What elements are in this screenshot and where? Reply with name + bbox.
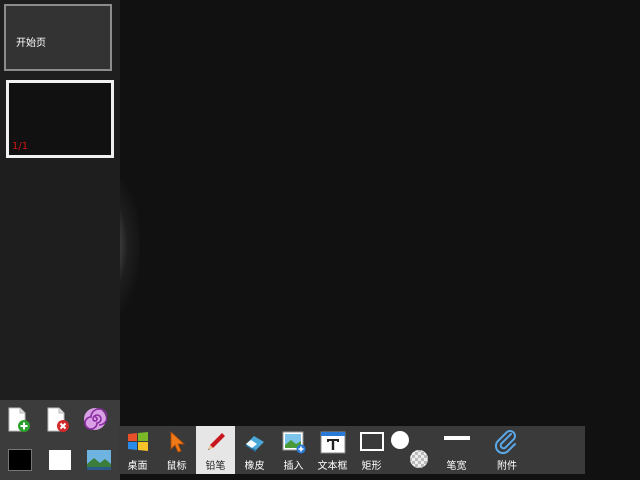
white-background-icon[interactable] (47, 447, 73, 473)
tool-color[interactable] (390, 426, 431, 474)
tool-rectangle[interactable]: 矩形 (352, 426, 391, 474)
tool-textbox-label: 文本框 (317, 461, 348, 472)
page-tools-panel (0, 400, 120, 480)
tool-pencil-label: 铅笔 (205, 461, 226, 472)
eraser-icon (242, 429, 268, 455)
textbox-icon (320, 429, 346, 455)
start-page-thumbnail[interactable]: 开始页 (4, 4, 112, 71)
drawing-toolbar: 桌面 鼠标 铅笔 橡皮 插入 文本框 矩形 笔宽 附件 (118, 426, 585, 474)
tool-mouse[interactable]: 鼠标 (157, 426, 196, 474)
image-background-icon[interactable] (86, 447, 112, 473)
tool-insert[interactable]: 插入 (274, 426, 313, 474)
spiral-icon[interactable] (82, 406, 108, 432)
tool-eraser[interactable]: 橡皮 (235, 426, 274, 474)
tool-eraser-label: 橡皮 (244, 461, 265, 472)
page-thumbnail-1[interactable]: 1/1 (6, 80, 114, 158)
tool-pencil[interactable]: 铅笔 (196, 426, 235, 474)
windows-logo-icon (125, 429, 151, 455)
insert-image-icon (281, 429, 307, 455)
tool-insert-label: 插入 (283, 461, 304, 472)
tool-desktop-label: 桌面 (127, 461, 148, 472)
tool-desktop[interactable]: 桌面 (118, 426, 157, 474)
pencil-icon (203, 429, 229, 455)
paperclip-icon (494, 429, 520, 455)
tool-attachment-label: 附件 (497, 461, 517, 472)
rectangle-icon (359, 429, 385, 455)
delete-page-icon[interactable] (44, 407, 70, 433)
tool-rectangle-label: 矩形 (361, 461, 382, 472)
page-thumbnail-canvas: 1/1 (9, 83, 111, 155)
tool-attachment[interactable]: 附件 (483, 426, 531, 474)
tool-textbox[interactable]: 文本框 (313, 426, 352, 474)
tool-mouse-label: 鼠标 (166, 461, 187, 472)
mouse-cursor-icon (164, 429, 190, 455)
tool-pen-width[interactable]: 笔宽 (430, 426, 483, 474)
tool-pen-width-label: 笔宽 (446, 461, 467, 472)
color-fill-icon (390, 428, 431, 472)
pen-width-icon (443, 429, 470, 455)
start-page-label: 开始页 (16, 38, 46, 49)
page-indicator: 1/1 (12, 141, 29, 152)
black-background-icon[interactable] (7, 447, 33, 473)
add-page-icon[interactable] (5, 407, 31, 433)
